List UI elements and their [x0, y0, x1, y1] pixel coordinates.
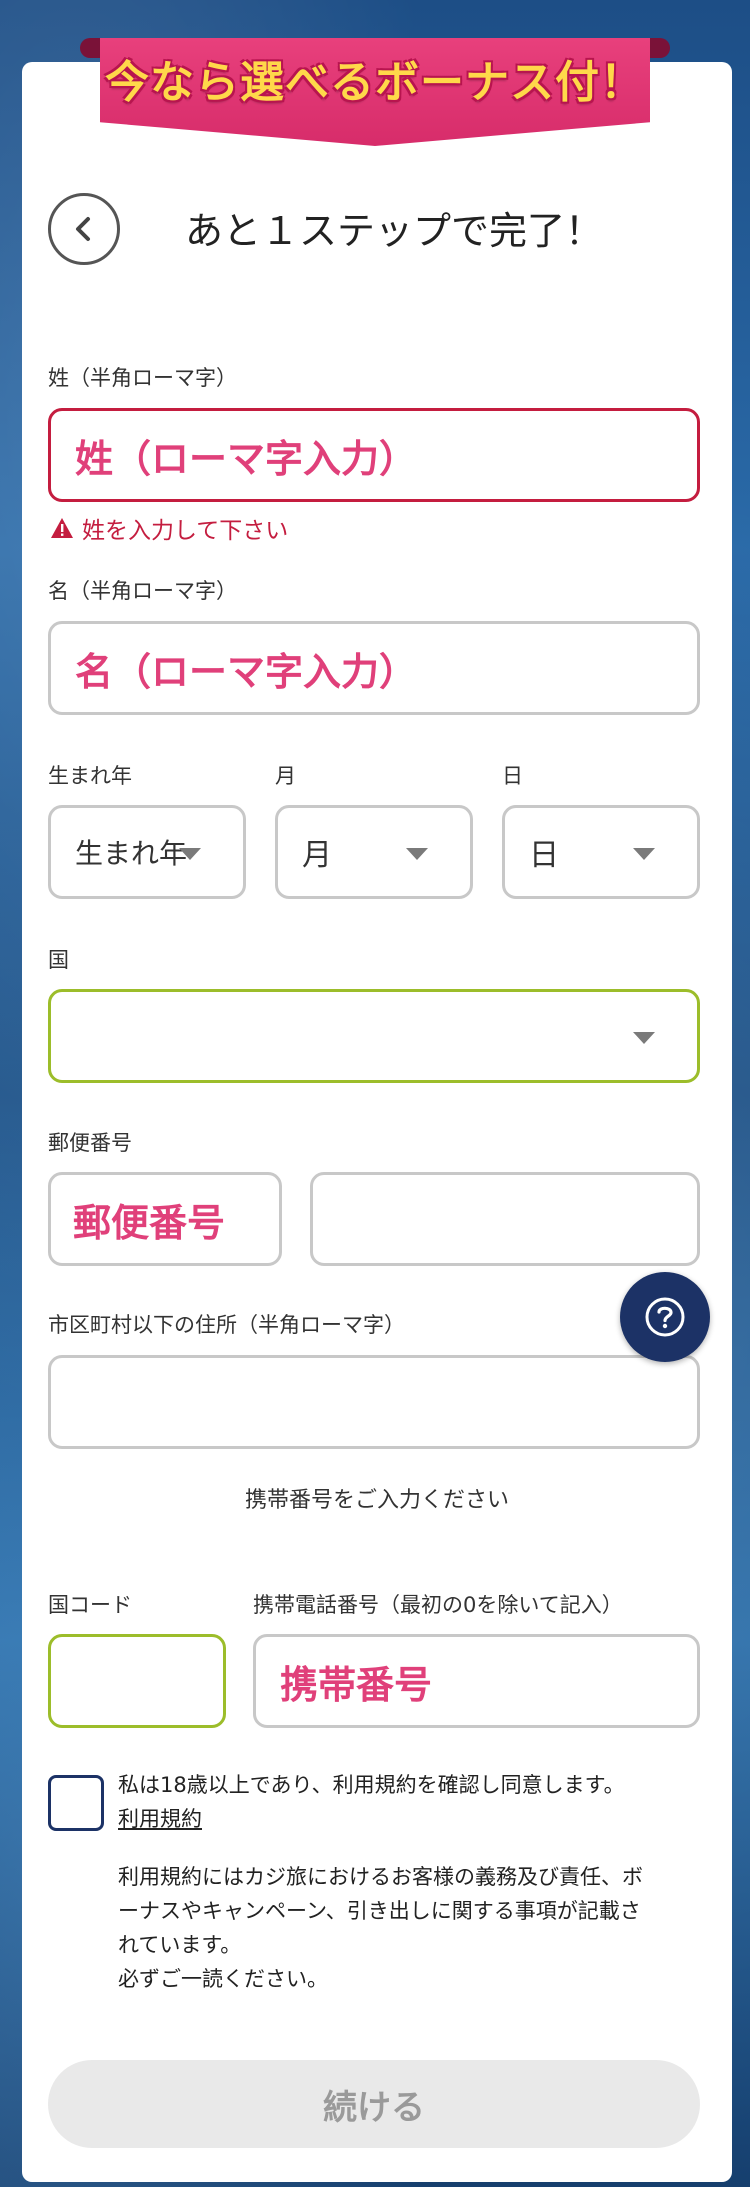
terms-description-line: ーナスやキャンペーン、引き出しに関する事項が記載さ [118, 1899, 641, 1923]
consent-text-block: 私は18歳以上であり、利用規約を確認し同意します。 利用規約 [118, 1768, 625, 1836]
warning-icon [51, 518, 73, 538]
caret-down-icon [406, 848, 428, 860]
birth-day-value: 日 [529, 838, 559, 873]
birth-day-label: 日 [502, 764, 523, 788]
birth-month-label: 月 [275, 764, 296, 788]
postal-code-input-2[interactable] [310, 1172, 700, 1266]
country-code-input[interactable] [48, 1634, 226, 1728]
address-input[interactable] [48, 1355, 700, 1449]
last-name-error-text: 姓を入力して下さい [82, 518, 289, 544]
last-name-placeholder: 姓（ローマ字入力） [75, 436, 418, 481]
country-label: 国 [48, 948, 69, 972]
mobile-label: 携帯電話番号（最初の0を除いて記入） [253, 1593, 623, 1617]
banner-text: 今なら選べるボーナス付！ [105, 57, 645, 108]
mobile-input[interactable]: 携帯番号 [253, 1634, 700, 1728]
terms-description-line: れています。 [118, 1933, 242, 1957]
first-name-input[interactable]: 名（ローマ字入力） [48, 621, 700, 715]
birth-year-select[interactable]: 生まれ年 [48, 805, 246, 899]
country-code-label: 国コード [48, 1593, 132, 1617]
phone-prompt: 携帯番号をご入力ください [244, 1488, 509, 1513]
back-button[interactable] [48, 193, 120, 265]
bonus-banner: 今なら選べるボーナス付！ [80, 38, 670, 146]
postal-code-placeholder: 郵便番号 [73, 1200, 226, 1245]
question-mark-icon [645, 1297, 685, 1337]
terms-link[interactable]: 利用規約 [118, 1802, 625, 1836]
terms-description: 利用規約にはカジ旅におけるお客様の義務及び責任、ボ ーナスやキャンペーン、引き出… [118, 1860, 708, 1996]
age-consent-checkbox[interactable] [48, 1775, 104, 1831]
consent-text: 私は18歳以上であり、利用規約を確認し同意します。 [118, 1773, 625, 1797]
postal-code-label: 郵便番号 [48, 1131, 132, 1155]
birth-month-select[interactable]: 月 [275, 805, 473, 899]
continue-button[interactable]: 続ける [48, 2060, 700, 2148]
address-label: 市区町村以下の住所（半角ローマ字） [48, 1313, 405, 1337]
help-button[interactable] [620, 1272, 710, 1362]
chevron-left-icon [76, 217, 90, 241]
birth-day-select[interactable]: 日 [502, 805, 700, 899]
caret-down-icon [179, 848, 201, 860]
country-select[interactable] [48, 989, 700, 1083]
mobile-placeholder: 携帯番号 [280, 1662, 433, 1707]
birth-year-value: 生まれ年 [75, 837, 188, 870]
terms-description-line: 必ずご一読ください。 [118, 1967, 328, 1991]
page-title: あと１ステップで完了！ [185, 209, 604, 253]
postal-code-input-1[interactable]: 郵便番号 [48, 1172, 282, 1266]
last-name-input[interactable]: 姓（ローマ字入力） [48, 408, 700, 502]
birth-month-value: 月 [302, 838, 332, 873]
caret-down-icon [633, 848, 655, 860]
last-name-label: 姓（半角ローマ字） [48, 366, 237, 390]
terms-description-line: 利用規約にはカジ旅におけるお客様の義務及び責任、ボ [118, 1865, 643, 1889]
caret-down-icon [633, 1032, 655, 1044]
first-name-placeholder: 名（ローマ字入力） [75, 649, 418, 694]
last-name-error: 姓を入力して下さい [50, 511, 288, 545]
birth-year-label: 生まれ年 [48, 764, 132, 788]
first-name-label: 名（半角ローマ字） [48, 579, 237, 603]
